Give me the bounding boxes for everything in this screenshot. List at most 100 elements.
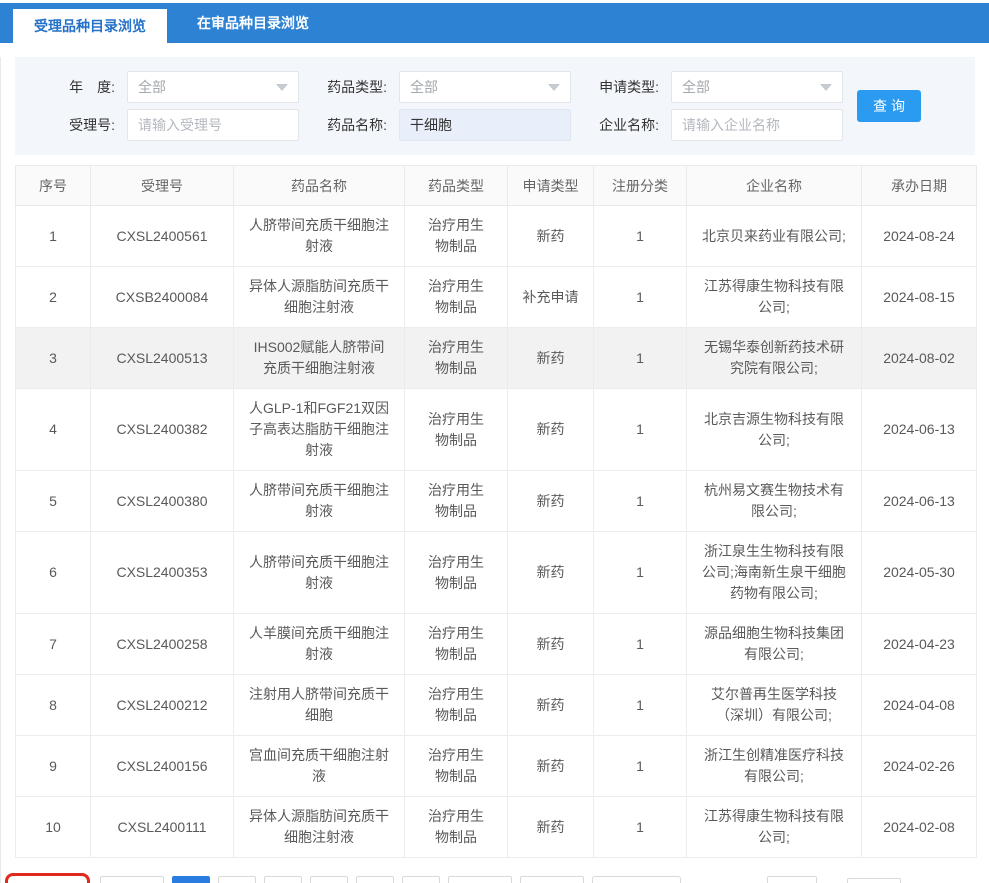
- filter-drug-name: 药品名称:: [299, 109, 571, 141]
- page-button-1[interactable]: 1: [172, 876, 210, 883]
- year-select[interactable]: 全部: [127, 71, 299, 103]
- total-count-badge: 共 103 条: [5, 873, 90, 883]
- table-cell: CXSL2400258: [91, 614, 234, 675]
- acceptance-no-input[interactable]: [127, 109, 299, 141]
- table-row: 8CXSL2400212注射用人脐带间充质干细胞治疗用生物制品新药1艾尔普再生医…: [16, 675, 977, 736]
- table-cell: 2: [16, 267, 91, 328]
- table-row: 2CXSB2400084异体人源脂肪间充质干细胞注射液治疗用生物制品补充申请1江…: [16, 267, 977, 328]
- page-button-5[interactable]: 5: [356, 876, 394, 883]
- table-cell: 1: [594, 532, 687, 614]
- drug-name-input[interactable]: [399, 109, 571, 141]
- table-cell: 新药: [508, 675, 594, 736]
- chevron-down-icon: [820, 84, 832, 91]
- table-cell: 新药: [508, 328, 594, 389]
- column-header: 企业名称: [687, 166, 862, 206]
- column-header: 序号: [16, 166, 91, 206]
- table-cell: 1: [594, 471, 687, 532]
- table-cell: 2024-06-13: [862, 471, 977, 532]
- table-cell: 4: [16, 389, 91, 471]
- table-cell: 6: [16, 532, 91, 614]
- column-header: 承办日期: [862, 166, 977, 206]
- table-cell: 治疗用生物制品: [405, 471, 508, 532]
- table-cell: 2024-05-30: [862, 532, 977, 614]
- table-cell: CXSL2400111: [91, 797, 234, 858]
- table-cell: 北京吉源生物科技有限公司;: [687, 389, 862, 471]
- table-cell: 江苏得康生物科技有限公司;: [687, 267, 862, 328]
- table-cell: 人脐带间充质干细胞注射液: [234, 471, 405, 532]
- column-header: 药品类型: [405, 166, 508, 206]
- table-cell: 新药: [508, 736, 594, 797]
- table-cell: 源品细胞生物科技集团有限公司;: [687, 614, 862, 675]
- goto-page-input[interactable]: [767, 876, 817, 883]
- drug-type-select-value: 全部: [410, 77, 438, 97]
- column-header: 受理号: [91, 166, 234, 206]
- page-button-4[interactable]: 4: [310, 876, 348, 883]
- apply-type-label: 申请类型:: [571, 77, 659, 97]
- table-cell: 9: [16, 736, 91, 797]
- table-cell: IHS002赋能人脐带间充质干细胞注射液: [234, 328, 405, 389]
- table-cell: 治疗用生物制品: [405, 328, 508, 389]
- page-size-select[interactable]: 10 条/页: [592, 876, 680, 883]
- table-cell: 1: [594, 736, 687, 797]
- next-page-button[interactable]: 下一页: [520, 876, 584, 883]
- table-cell: 2024-04-23: [862, 614, 977, 675]
- table-cell: 治疗用生物制品: [405, 267, 508, 328]
- chevron-down-icon: [548, 84, 560, 91]
- table-cell: 1: [594, 614, 687, 675]
- page-button-2[interactable]: 2: [218, 876, 256, 883]
- company-label: 企业名称:: [571, 115, 659, 135]
- table-cell: 8: [16, 675, 91, 736]
- table-cell: CXSL2400382: [91, 389, 234, 471]
- table-cell: 1: [16, 206, 91, 267]
- year-label: 年 度:: [15, 77, 115, 97]
- drug-type-select[interactable]: 全部: [399, 71, 571, 103]
- chevron-down-icon: [276, 84, 288, 91]
- filter-row-2: 受理号: 药品名称: 企业名称:: [15, 108, 975, 142]
- tab-under-review-catalog[interactable]: 在审品种目录浏览: [167, 3, 339, 43]
- table-cell: 2024-04-08: [862, 675, 977, 736]
- table-cell: 治疗用生物制品: [405, 532, 508, 614]
- filter-drug-type: 药品类型: 全部: [299, 71, 571, 103]
- table-cell: 2024-02-26: [862, 736, 977, 797]
- table-cell: 治疗用生物制品: [405, 797, 508, 858]
- confirm-button[interactable]: 确定: [847, 878, 901, 883]
- table-cell: CXSL2400212: [91, 675, 234, 736]
- table-cell: 5: [16, 471, 91, 532]
- page-button-3[interactable]: 3: [264, 876, 302, 883]
- table-cell: 1: [594, 675, 687, 736]
- table-cell: 7: [16, 614, 91, 675]
- last-page-button[interactable]: 至末页: [448, 876, 512, 883]
- table-cell: CXSB2400084: [91, 267, 234, 328]
- tab-accepted-catalog[interactable]: 受理品种目录浏览: [13, 9, 167, 43]
- year-select-value: 全部: [138, 77, 166, 97]
- table-cell: 1: [594, 267, 687, 328]
- table-cell: 北京贝来药业有限公司;: [687, 206, 862, 267]
- table-cell: 3: [16, 328, 91, 389]
- table-cell: 治疗用生物制品: [405, 389, 508, 471]
- table-cell: CXSL2400380: [91, 471, 234, 532]
- prev-page-button[interactable]: 上一页: [100, 876, 164, 883]
- table-row: 4CXSL2400382人GLP-1和FGF21双因子高表达脂肪干细胞注射液治疗…: [16, 389, 977, 471]
- table-cell: 注射用人脐带间充质干细胞: [234, 675, 405, 736]
- table-cell: CXSL2400156: [91, 736, 234, 797]
- table-cell: 2024-02-08: [862, 797, 977, 858]
- table-cell: 浙江生创精准医疗科技有限公司;: [687, 736, 862, 797]
- table-cell: 异体人源脂肪间充质干细胞注射液: [234, 797, 405, 858]
- column-header: 注册分类: [594, 166, 687, 206]
- table-cell: 新药: [508, 471, 594, 532]
- results-table: 序号受理号药品名称药品类型申请类型注册分类企业名称承办日期 1CXSL24005…: [15, 165, 977, 858]
- search-button[interactable]: 查询: [857, 90, 921, 122]
- table-cell: 异体人源脂肪间充质干细胞注射液: [234, 267, 405, 328]
- table-cell: 新药: [508, 389, 594, 471]
- column-header: 药品名称: [234, 166, 405, 206]
- table-cell: 人脐带间充质干细胞注射液: [234, 532, 405, 614]
- ellipsis-button[interactable]: ...: [402, 876, 440, 883]
- apply-type-select[interactable]: 全部: [671, 71, 843, 103]
- table-cell: 浙江泉生生物科技有限公司;海南新生泉干细胞药物有限公司;: [687, 532, 862, 614]
- apply-type-select-value: 全部: [682, 77, 710, 97]
- company-input[interactable]: [671, 109, 843, 141]
- table-cell: 2024-08-24: [862, 206, 977, 267]
- table-row: 5CXSL2400380人脐带间充质干细胞注射液治疗用生物制品新药1杭州易文赛生…: [16, 471, 977, 532]
- table-row: 3CXSL2400513IHS002赋能人脐带间充质干细胞注射液治疗用生物制品新…: [16, 328, 977, 389]
- table-row: 10CXSL2400111异体人源脂肪间充质干细胞注射液治疗用生物制品新药1江苏…: [16, 797, 977, 858]
